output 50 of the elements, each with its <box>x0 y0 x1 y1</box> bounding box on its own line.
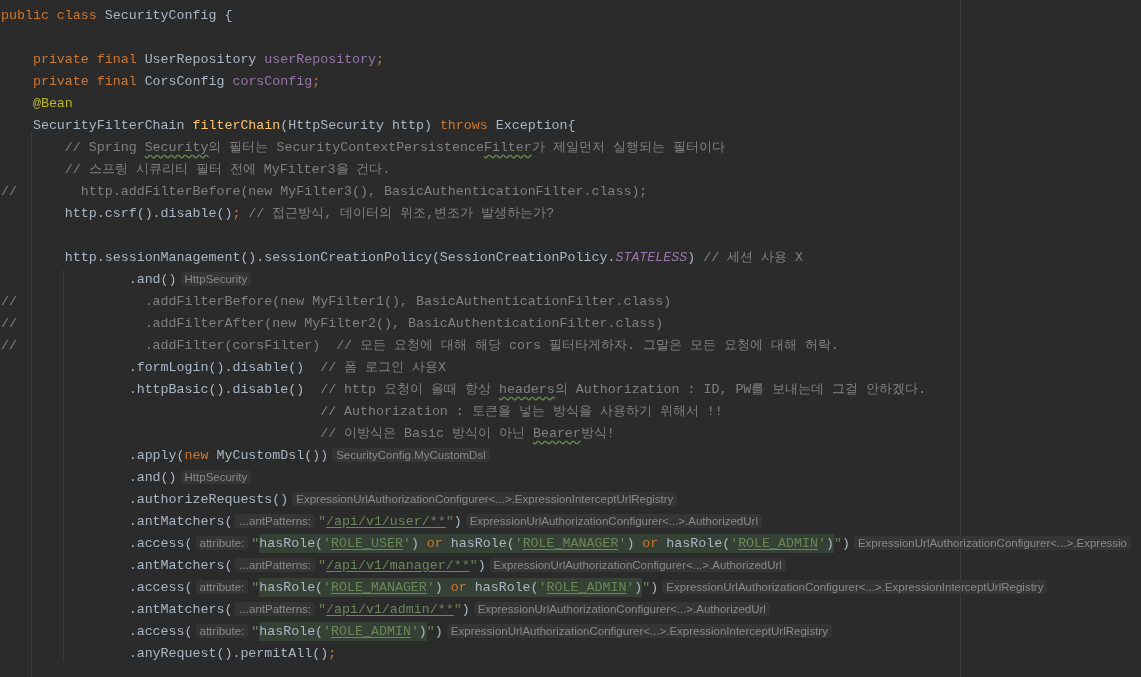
code-text: http.sessionManagement().sessionCreationPolicy(SessionCreationPolicy.STATELESS) // 세션 사용 X <box>63 249 804 266</box>
code-text: "hasRole('ROLE_ADMIN')") <box>251 623 443 639</box>
code-text: "hasRole('ROLE_MANAGER') or hasRole('ROLE_ADMIN')") <box>251 579 659 595</box>
code-text: .authorizeRequests() <box>127 491 289 507</box>
code-text: // 스프링 시큐리티 필터 전에 MyFilter3을 건다. <box>63 161 391 178</box>
type-hint: ExpressionUrlAuthorizationConfigurer<...>.Expressio <box>853 536 1131 550</box>
code-text: public class SecurityConfig { <box>1 7 233 23</box>
parameter-hint: attribute: <box>195 624 249 638</box>
code-text: .access( <box>127 623 193 639</box>
code-text: .access( <box>127 579 193 595</box>
code-text: .apply(new MyCustomDsl()) <box>127 447 329 463</box>
code-text: // http.addFilterBefore(new MyFilter3(), BasicAuthenticationFilter.class); <box>1 183 648 199</box>
code-text: http.csrf().disable(); // 접근방식, 데이터의 위조,변조가 발생하는가? <box>63 205 555 222</box>
code-text: // .addFilterAfter(new MyFilter2(), BasicAuthenticationFilter.class) <box>1 315 664 331</box>
code-text: @Bean <box>31 95 73 111</box>
code-text: .antMatchers( <box>127 513 233 529</box>
code-text: "/api/v1/admin/**") <box>318 601 470 617</box>
type-hint: HttpSecurity <box>180 470 252 484</box>
code-text: .anyRequest().permitAll(); <box>127 645 337 661</box>
code-text: // 이방식은 Basic 방식이 아닌 Bearer방식! <box>319 425 615 442</box>
parameter-hint: ...antPatterns: <box>235 558 315 572</box>
parameter-hint: attribute: <box>195 580 249 594</box>
type-hint: HttpSecurity <box>180 272 252 286</box>
type-hint: ExpressionUrlAuthorizationConfigurer<...>.ExpressionInterceptUrlRegistry <box>292 492 678 506</box>
type-hint: ExpressionUrlAuthorizationConfigurer<...>.ExpressionInterceptUrlRegistry <box>662 580 1048 594</box>
code-text: // .addFilterBefore(new MyFilter1(), BasicAuthenticationFilter.class) <box>1 293 672 309</box>
code-text: // Spring Security의 필터는 SecurityContextPersistenceFilter가 제일먼저 실행되는 필터이다 <box>63 139 725 156</box>
code-text: .antMatchers( <box>127 601 233 617</box>
code-text: "/api/v1/user/**") <box>318 513 462 529</box>
type-hint: ExpressionUrlAuthorizationConfigurer<...>.AuthorizedUrl <box>489 558 786 572</box>
code-text: // .addFilter(corsFilter) // 모든 요청에 대해 해당 cors 필터타게하자. 그말은 모든 요청에 대해 허락. <box>1 337 839 354</box>
code-text: .formLogin().disable() // 폼 로그인 사용X <box>127 359 447 376</box>
code-text: private final UserRepository userRepository; <box>31 51 385 67</box>
code-text: "hasRole('ROLE_USER') or hasRole('ROLE_MANAGER') or hasRole('ROLE_ADMIN')") <box>251 535 850 551</box>
code-text: .access( <box>127 535 193 551</box>
code-text: .httpBasic().disable() // http 요청이 올때 항상 headers의 Authorization : ID, PW를 보내는데 그걸 안하겠다. <box>127 381 927 398</box>
type-hint: SecurityConfig.MyCustomDsl <box>332 448 490 462</box>
code-text: .and() <box>127 469 177 485</box>
type-hint: ExpressionUrlAuthorizationConfigurer<...>.AuthorizedUrl <box>473 602 770 616</box>
code-text: private final CorsConfig corsConfig; <box>31 73 321 89</box>
code-text: .antMatchers( <box>127 557 233 573</box>
parameter-hint: attribute: <box>195 536 249 550</box>
parameter-hint: ...antPatterns: <box>235 514 315 528</box>
code-text: .and() <box>127 271 177 287</box>
code-text: SecurityFilterChain filterChain(HttpSecurity http) throws Exception{ <box>31 117 576 133</box>
type-hint: ExpressionUrlAuthorizationConfigurer<...>.AuthorizedUrl <box>465 514 762 528</box>
type-hint: ExpressionUrlAuthorizationConfigurer<...>.ExpressionInterceptUrlRegistry <box>446 624 832 638</box>
code-text: "/api/v1/manager/**") <box>318 557 486 573</box>
code-text: // Authorization : 토큰을 넣는 방식을 사용하기 위해서 !! <box>319 403 723 420</box>
parameter-hint: ...antPatterns: <box>235 602 315 616</box>
